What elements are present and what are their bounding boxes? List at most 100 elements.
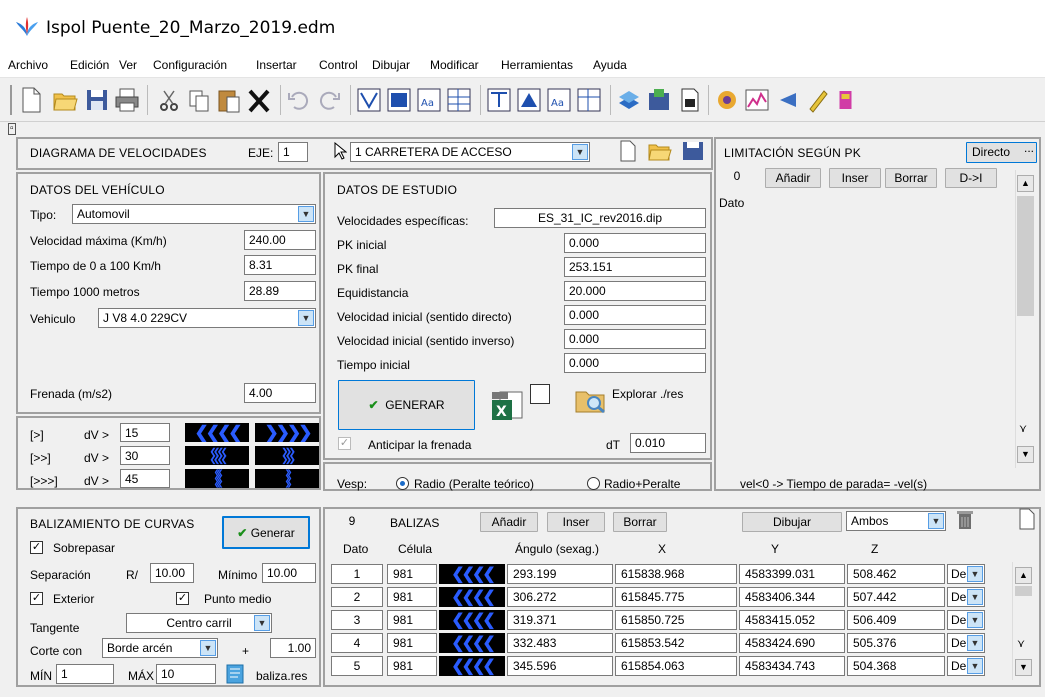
- excel-export-icon[interactable]: X: [490, 390, 528, 424]
- eje-input[interactable]: 1: [278, 142, 308, 162]
- profile-image-icon[interactable]: [516, 85, 542, 115]
- menu-herramientas[interactable]: Herramientas: [501, 58, 573, 72]
- explore-folder-icon[interactable]: [574, 386, 610, 414]
- balizas-anadir-button[interactable]: Añadir: [480, 512, 538, 532]
- pk-inicial-input[interactable]: 0.000: [564, 233, 706, 253]
- baliza-file-label[interactable]: baliza.res: [256, 669, 307, 683]
- dv-input[interactable]: 45: [120, 469, 170, 488]
- menu-control[interactable]: Control: [319, 58, 358, 72]
- balizas-inser-button[interactable]: Inser: [547, 512, 605, 532]
- scroll-down-icon[interactable]: ▼: [1015, 659, 1032, 676]
- cell-z[interactable]: 505.376: [847, 633, 945, 653]
- vel-inicial-directo-input[interactable]: 0.000: [564, 305, 706, 325]
- save-icon[interactable]: [84, 85, 110, 115]
- t1000-input[interactable]: 28.89: [244, 281, 316, 301]
- minimo-input[interactable]: 10.00: [262, 563, 316, 583]
- vel-especificas-file-input[interactable]: ES_31_IC_rev2016.dip: [494, 208, 706, 228]
- cell-y[interactable]: 4583406.344: [739, 587, 845, 607]
- corte-select[interactable]: Borde arcén ▼: [102, 638, 218, 658]
- scroll-thumb[interactable]: [1015, 586, 1032, 596]
- profile-table-icon[interactable]: [576, 85, 602, 115]
- menu-modificar[interactable]: Modificar: [430, 58, 479, 72]
- punto-medio-checkbox[interactable]: ✓: [176, 592, 189, 605]
- cell-dato[interactable]: 4: [331, 633, 383, 653]
- scroll-down-double-icon[interactable]: ⋎: [1017, 637, 1025, 650]
- delete-x-icon[interactable]: [246, 85, 272, 115]
- open-folder-icon[interactable]: [648, 140, 672, 162]
- cell-angulo[interactable]: 332.483: [507, 633, 613, 653]
- tipo-select[interactable]: Automovil ▼: [72, 204, 316, 224]
- cell-angulo[interactable]: 306.272: [507, 587, 613, 607]
- toolbar-grip[interactable]: [10, 85, 12, 115]
- scroll-thumb[interactable]: [1017, 196, 1034, 316]
- axis-select[interactable]: 1 CARRETERA DE ACCESO ▼: [350, 142, 590, 162]
- directo-button[interactable]: Directo...: [966, 141, 1037, 163]
- cell-angulo[interactable]: 345.596: [507, 656, 613, 676]
- cell-celula[interactable]: 981: [387, 656, 437, 676]
- dt-input[interactable]: 0.010: [630, 433, 706, 453]
- export-icon[interactable]: [646, 85, 672, 115]
- frenada-input[interactable]: 4.00: [244, 383, 316, 403]
- excel-export-checkbox[interactable]: [530, 384, 550, 404]
- limit-anadir-button[interactable]: Añadir: [765, 168, 821, 188]
- exterior-checkbox[interactable]: ✓: [30, 592, 43, 605]
- cell-y[interactable]: 4583434.743: [739, 656, 845, 676]
- cell-z[interactable]: 504.368: [847, 656, 945, 676]
- side-select[interactable]: Der ▼: [947, 656, 985, 676]
- redo-icon[interactable]: [316, 85, 342, 115]
- tangente-select[interactable]: Centro carril ▼: [126, 613, 272, 633]
- menu-ver[interactable]: Ver: [119, 58, 137, 72]
- cell-angulo[interactable]: 293.199: [507, 564, 613, 584]
- scroll-down-icon[interactable]: ▼: [1017, 446, 1034, 463]
- vehiculo-select[interactable]: J V8 4.0 229CV ▼: [98, 308, 316, 328]
- side-select[interactable]: Der ▼: [947, 633, 985, 653]
- new-file-icon[interactable]: [18, 85, 44, 115]
- limit-inser-button[interactable]: Inser: [829, 168, 881, 188]
- new-file-icon[interactable]: [618, 140, 638, 162]
- cell-angulo[interactable]: 319.371: [507, 610, 613, 630]
- cell-dato[interactable]: 1: [331, 564, 383, 584]
- scroll-up-icon[interactable]: ▲: [1015, 567, 1032, 584]
- ambos-select[interactable]: Ambos ▼: [846, 511, 946, 531]
- save-icon[interactable]: [682, 141, 704, 161]
- cell-x[interactable]: 615838.968: [615, 564, 737, 584]
- copy-icon[interactable]: [186, 85, 212, 115]
- pk-final-input[interactable]: 253.151: [564, 257, 706, 277]
- vmax-input[interactable]: 240.00: [244, 230, 316, 250]
- paste-icon[interactable]: [216, 85, 242, 115]
- panel-restore-icon[interactable]: ▫: [8, 123, 16, 135]
- generar-button[interactable]: ✔ GENERAR: [338, 380, 475, 430]
- chart-icon[interactable]: [744, 85, 770, 115]
- dv-input[interactable]: 15: [120, 423, 170, 442]
- menu-edicion[interactable]: Edición: [70, 58, 109, 72]
- cell-z[interactable]: 506.409: [847, 610, 945, 630]
- cell-y[interactable]: 4583399.031: [739, 564, 845, 584]
- limit-dtoi-button[interactable]: D->I: [945, 168, 997, 188]
- baliza-file-icon[interactable]: [225, 663, 247, 685]
- trash-icon[interactable]: [956, 508, 974, 530]
- draw-table-icon[interactable]: [446, 85, 472, 115]
- side-select[interactable]: Der ▼: [947, 564, 985, 584]
- draw-text-icon[interactable]: Aa: [416, 85, 442, 115]
- t100-input[interactable]: 8.31: [244, 255, 316, 275]
- cell-dato[interactable]: 5: [331, 656, 383, 676]
- cell-dato[interactable]: 2: [331, 587, 383, 607]
- cursor-pick-icon[interactable]: [333, 142, 347, 160]
- radio-peralte-teorico[interactable]: [396, 477, 409, 490]
- side-select[interactable]: Der ▼: [947, 587, 985, 607]
- scroll-down-double-icon[interactable]: ⋎: [1019, 422, 1027, 435]
- settings-gear-icon[interactable]: [714, 85, 740, 115]
- cell-celula[interactable]: 981: [387, 633, 437, 653]
- document-icon[interactable]: [676, 85, 702, 115]
- cell-y[interactable]: 4583424.690: [739, 633, 845, 653]
- cell-celula[interactable]: 981: [387, 610, 437, 630]
- cell-dato[interactable]: 3: [331, 610, 383, 630]
- profile-axis-icon[interactable]: [486, 85, 512, 115]
- undo-icon[interactable]: [286, 85, 312, 115]
- curves-generar-button[interactable]: ✔ Generar: [222, 516, 310, 549]
- matrix-icon[interactable]: [832, 85, 858, 115]
- menu-insertar[interactable]: Insertar: [256, 58, 297, 72]
- vel-inicial-inverso-input[interactable]: 0.000: [564, 329, 706, 349]
- menu-dibujar[interactable]: Dibujar: [372, 58, 410, 72]
- cell-z[interactable]: 507.442: [847, 587, 945, 607]
